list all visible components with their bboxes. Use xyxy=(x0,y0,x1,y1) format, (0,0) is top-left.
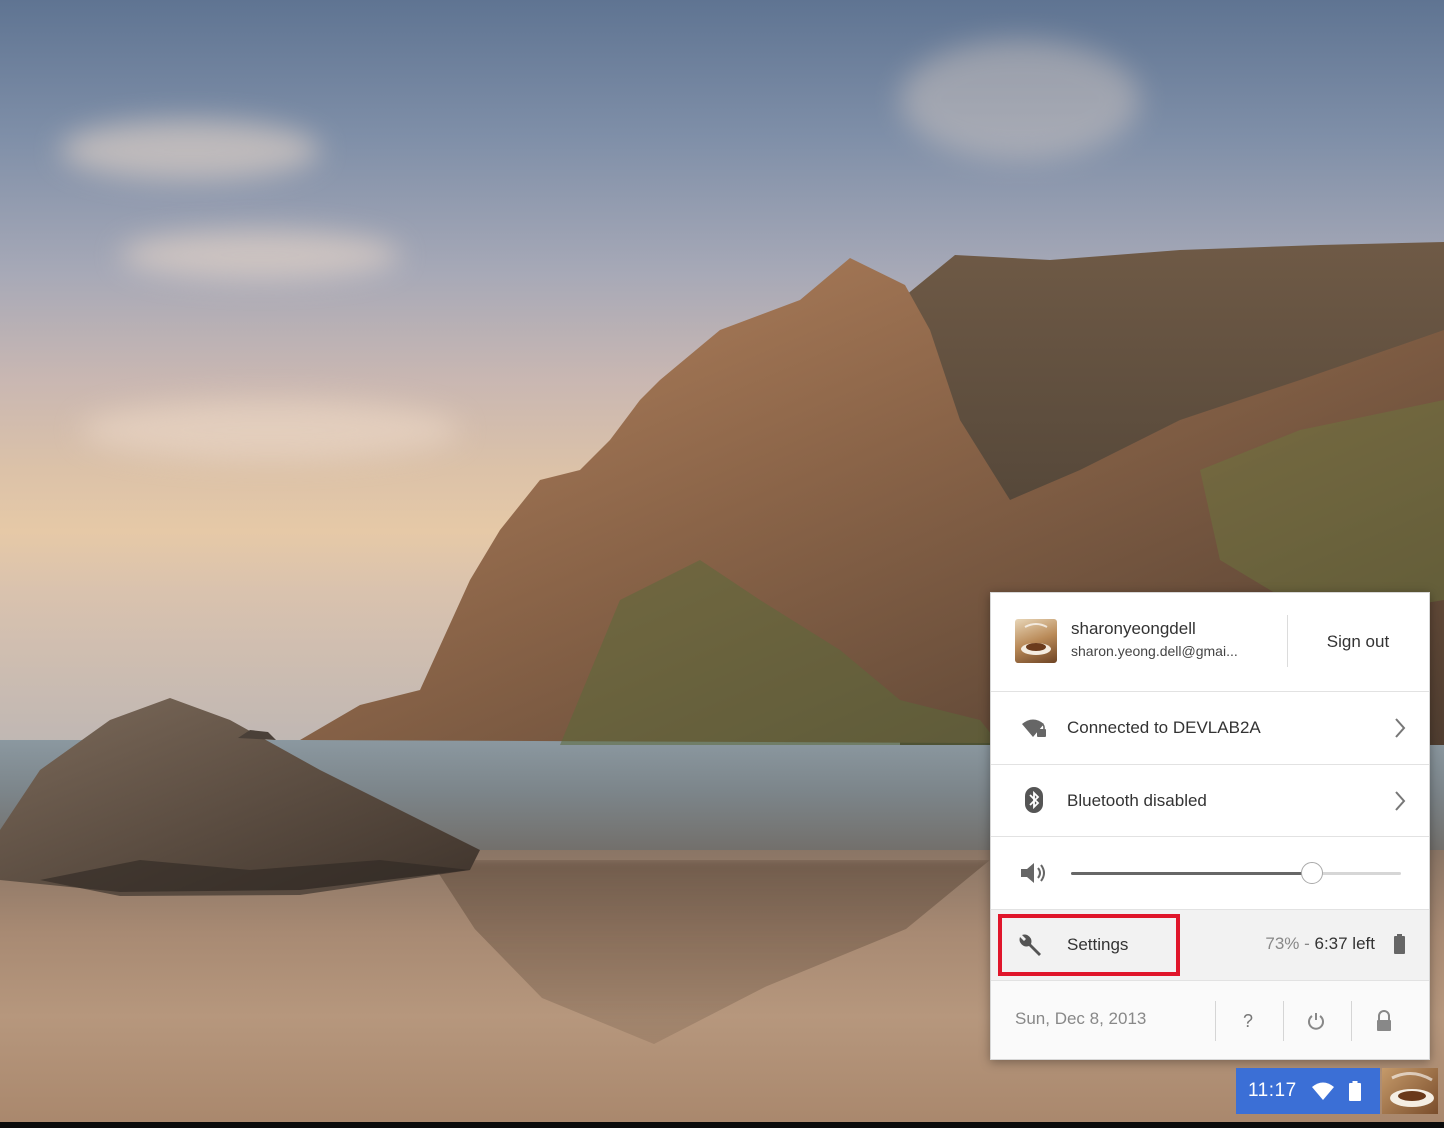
volume-slider-thumb[interactable] xyxy=(1300,862,1323,884)
lock-button[interactable] xyxy=(1357,1001,1411,1041)
volume-slider-fill xyxy=(1071,872,1312,875)
power-icon xyxy=(1308,1013,1324,1030)
date-label[interactable]: Sun, Dec 8, 2013 xyxy=(1015,1009,1146,1029)
chevron-right-icon xyxy=(1395,718,1406,738)
divider xyxy=(1283,1001,1284,1041)
bluetooth-row[interactable]: Bluetooth disabled xyxy=(991,765,1429,836)
clock: 11:17 xyxy=(1248,1080,1297,1101)
system-tray-menu: sharonyeongdell sharon.yeong.dell@gmai..… xyxy=(990,592,1430,1060)
network-row[interactable]: Connected to DEVLAB2A xyxy=(991,692,1429,764)
bluetooth-status-label: Bluetooth disabled xyxy=(1067,791,1207,810)
user-email: sharon.yeong.dell@gmai... xyxy=(1071,643,1238,659)
battery-icon xyxy=(1348,1081,1361,1101)
help-button[interactable]: ? xyxy=(1221,1001,1275,1041)
divider xyxy=(1351,1001,1352,1041)
user-display-name: sharonyeongdell xyxy=(1071,619,1196,638)
user-account-row: sharonyeongdell sharon.yeong.dell@gmai..… xyxy=(991,593,1429,691)
settings-battery-row: Settings 73% - 6:37 left xyxy=(991,910,1429,980)
shelf-user-avatar[interactable] xyxy=(1382,1068,1438,1114)
speaker-icon[interactable] xyxy=(1019,858,1049,888)
volume-slider[interactable] xyxy=(1071,862,1401,884)
date-footer-row: Sun, Dec 8, 2013 ? xyxy=(991,981,1429,1059)
lock-icon xyxy=(1377,1010,1391,1031)
battery-time-left: 6:37 left xyxy=(1314,934,1376,953)
battery-percent: 73% xyxy=(1265,934,1300,953)
shelf-bottom-edge xyxy=(0,1122,1444,1128)
battery-separator: - xyxy=(1299,934,1315,953)
network-status-label: Connected to DEVLAB2A xyxy=(1067,718,1261,737)
divider xyxy=(1215,1001,1216,1041)
volume-row xyxy=(991,837,1429,909)
wifi-lock-icon xyxy=(1019,713,1049,743)
highlight-box xyxy=(998,914,1180,976)
sign-out-button[interactable]: Sign out xyxy=(1287,593,1429,691)
wifi-icon xyxy=(1311,1082,1334,1100)
chevron-right-icon xyxy=(1395,791,1406,811)
shelf-status-area[interactable]: 11:17 xyxy=(1236,1068,1380,1114)
bluetooth-icon xyxy=(1019,785,1049,815)
power-button[interactable] xyxy=(1289,1001,1343,1041)
user-avatar xyxy=(1015,619,1057,663)
battery-icon xyxy=(1394,934,1405,954)
battery-status: 73% - 6:37 left xyxy=(1265,934,1375,954)
